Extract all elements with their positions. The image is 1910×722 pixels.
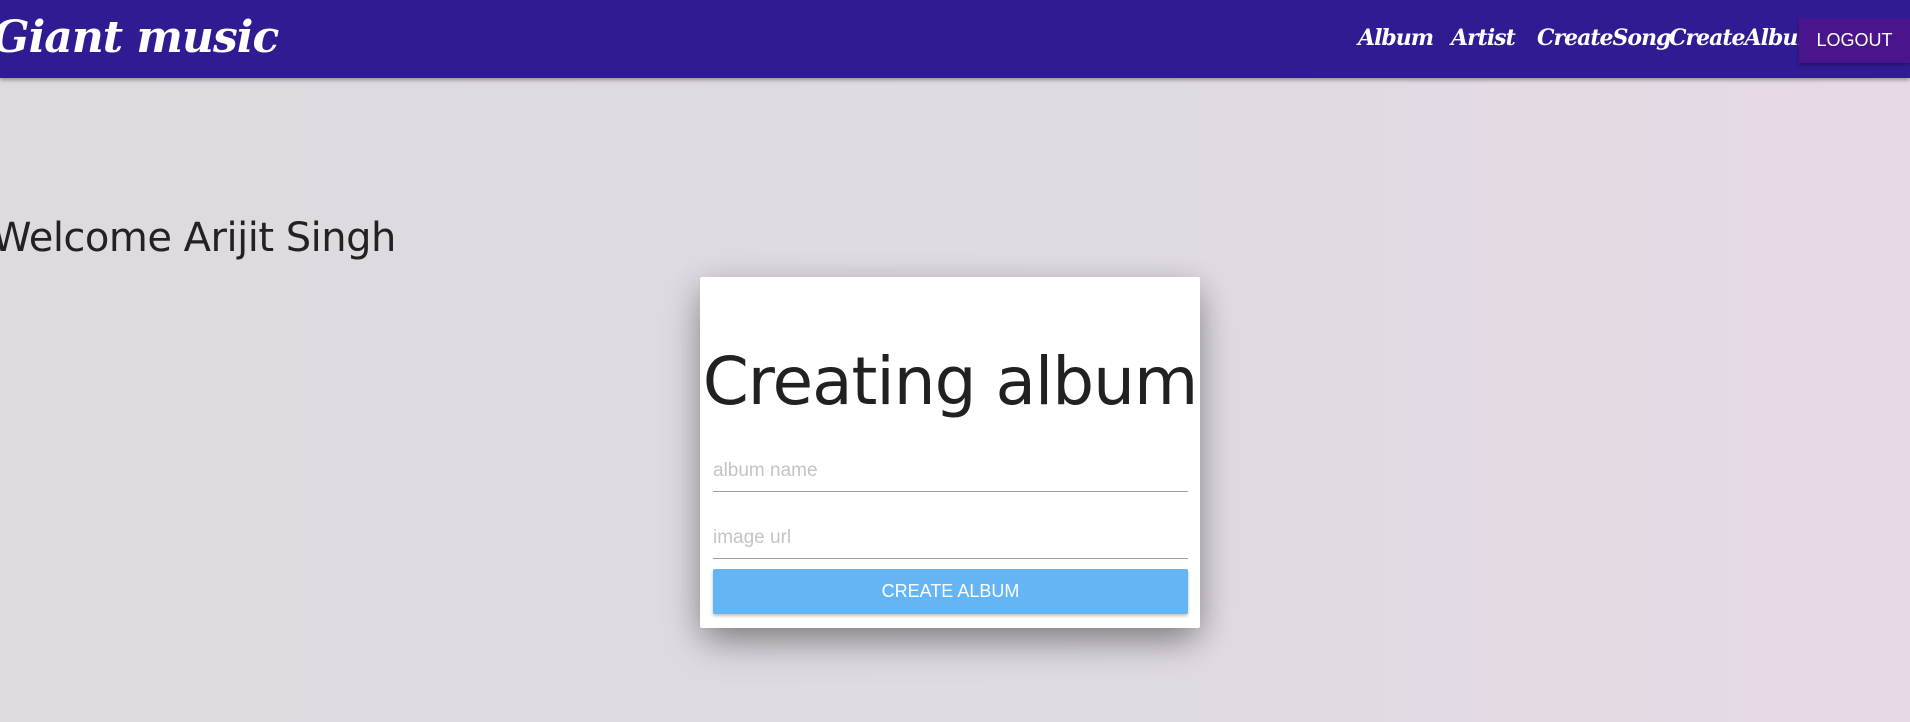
create-album-card: Creating album CREATE ALBUM: [700, 277, 1200, 628]
top-navbar: Giant music Album Artist CreateSong Crea…: [0, 0, 1910, 78]
nav-link-artist[interactable]: Artist: [1451, 22, 1516, 54]
album-name-input[interactable]: [713, 451, 1188, 492]
logout-button[interactable]: LOGOUT: [1799, 18, 1910, 63]
welcome-message: Welcome Arijit Singh: [0, 215, 396, 261]
form-title: Creating album: [702, 343, 1199, 420]
brand-logo[interactable]: Giant music: [0, 8, 279, 68]
nav-link-album[interactable]: Album: [1358, 22, 1434, 54]
nav-link-create-album[interactable]: CreateAlbum: [1669, 22, 1821, 54]
create-album-button[interactable]: CREATE ALBUM: [713, 569, 1188, 614]
nav-link-create-song[interactable]: CreateSong: [1537, 22, 1671, 54]
image-url-input[interactable]: [713, 518, 1188, 559]
